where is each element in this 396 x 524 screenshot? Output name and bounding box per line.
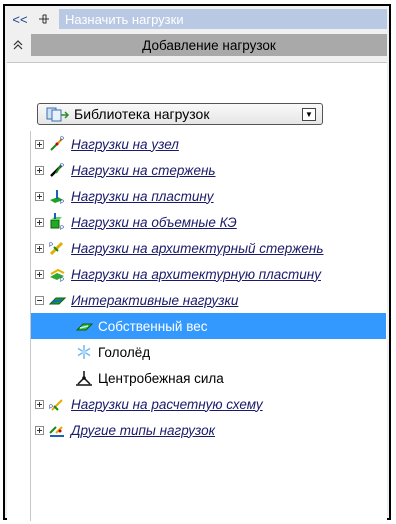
centrifugal-icon: [75, 369, 93, 387]
collapse-panel-button[interactable]: <<: [9, 9, 31, 29]
expand-icon[interactable]: [35, 165, 44, 175]
svg-text:P: P: [60, 137, 64, 143]
solid-load-icon: P: [48, 213, 66, 231]
tree-item-label: Нагрузки на объемные КЭ: [71, 214, 237, 230]
tree-item-label: Интерактивные нагрузки: [71, 292, 239, 308]
expand-icon[interactable]: [35, 399, 44, 409]
tree-item-label: Нагрузки на расчетную схему: [71, 396, 263, 412]
library-icon: [46, 106, 70, 122]
section-title: Добавление нагрузок: [31, 34, 387, 56]
load-tree: P Нагрузки на узел P Нагрузки на стержен…: [30, 131, 386, 521]
expand-icon[interactable]: [35, 269, 44, 279]
tree-item-label: Нагрузки на пластину: [71, 188, 214, 204]
svg-text:P: P: [60, 164, 64, 170]
scheme-load-icon: P: [48, 395, 66, 413]
self-weight-icon: [75, 317, 93, 335]
tree-item-solid-loads[interactable]: P Нагрузки на объемные КЭ: [31, 209, 386, 235]
chevron-down-icon[interactable]: ▼: [302, 108, 316, 121]
tree-item-label: Другие типы нагрузок: [71, 422, 216, 438]
dropdown-selected-value: Библиотека нагрузок: [74, 106, 210, 122]
svg-text:P: P: [60, 278, 64, 283]
plate-load-icon: P: [48, 187, 66, 205]
tree-child-label: Центробежная сила: [98, 370, 224, 386]
double-chevron-up-icon[interactable]: [7, 40, 29, 50]
svg-text:P: P: [49, 405, 53, 411]
expand-icon[interactable]: [35, 425, 44, 435]
tree-child-ice[interactable]: Гололёд: [31, 339, 386, 365]
tree-child-centrifugal[interactable]: Центробежная сила: [31, 365, 386, 391]
svg-text:P: P: [49, 243, 53, 249]
collapse-icon[interactable]: [35, 295, 44, 305]
expand-icon[interactable]: [35, 243, 44, 253]
tree-item-arch-plate-loads[interactable]: P Нагрузки на архитектурную пластину: [31, 261, 386, 287]
tree-item-arch-bar-loads[interactable]: P Нагрузки на архитектурный стержень: [31, 235, 386, 261]
tree-item-scheme-loads[interactable]: P Нагрузки на расчетную схему: [31, 391, 386, 417]
other-load-icon: [48, 421, 66, 439]
title-bar: << Назначить нагрузки: [7, 8, 387, 30]
panel-title: Назначить нагрузки: [59, 9, 387, 29]
tree-item-other-loads[interactable]: Другие типы нагрузок: [31, 417, 386, 443]
node-load-icon: P: [48, 135, 66, 153]
expand-icon[interactable]: [35, 217, 44, 227]
svg-text:P: P: [60, 200, 64, 205]
arch-plate-load-icon: P: [48, 265, 66, 283]
content-panel: Библиотека нагрузок ▼ P Нагрузки на узел: [7, 62, 387, 521]
expand-icon[interactable]: [35, 191, 44, 201]
arch-bar-load-icon: P: [48, 239, 66, 257]
tree-item-label: Нагрузки на архитектурную пластину: [71, 266, 321, 282]
ice-icon: [75, 343, 93, 361]
tree-item-node-loads[interactable]: P Нагрузки на узел: [31, 131, 386, 157]
tree-item-label: Нагрузки на узел: [71, 136, 179, 152]
expand-icon[interactable]: [35, 139, 44, 149]
load-library-dropdown[interactable]: Библиотека нагрузок ▼: [37, 103, 323, 125]
tree-item-interactive-loads[interactable]: Интерактивные нагрузки: [31, 287, 386, 313]
tree-child-label: Собственный вес: [98, 318, 208, 334]
tree-item-label: Нагрузки на стержень: [71, 162, 216, 178]
interactive-load-icon: [48, 291, 66, 309]
load-assignment-panel: << Назначить нагрузки Добавление нагрузо…: [3, 4, 391, 521]
tree-item-label: Нагрузки на архитектурный стержень: [71, 240, 324, 256]
tree-child-label: Гололёд: [98, 344, 151, 360]
tree-item-bar-loads[interactable]: P Нагрузки на стержень: [31, 157, 386, 183]
tree-child-self-weight[interactable]: Собственный вес: [31, 313, 386, 339]
bar-load-icon: P: [48, 161, 66, 179]
pin-icon[interactable]: [33, 9, 55, 29]
tree-item-plate-loads[interactable]: P Нагрузки на пластину: [31, 183, 386, 209]
section-header[interactable]: Добавление нагрузок: [7, 34, 387, 56]
svg-text:P: P: [60, 226, 64, 231]
